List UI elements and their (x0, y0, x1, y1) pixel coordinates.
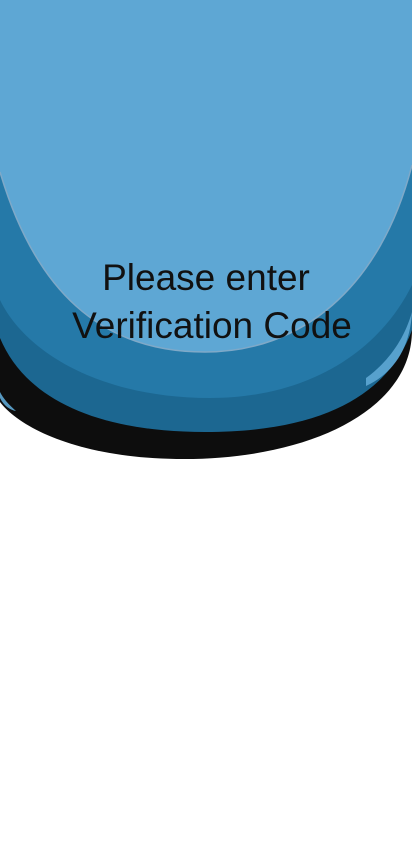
page-title: Please enter Verification Code (0, 254, 412, 350)
verification-screen: Please enter Verification Code (0, 0, 412, 847)
page-title-line-1: Please enter (102, 257, 310, 298)
header-wave-background (0, 0, 412, 459)
page-title-line-2: Verification Code (72, 305, 352, 346)
